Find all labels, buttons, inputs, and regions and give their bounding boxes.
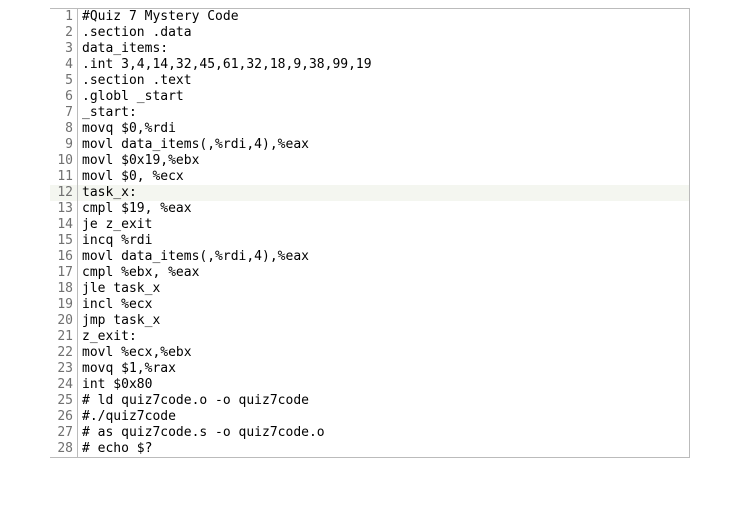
code-text[interactable]: # as quiz7code.s -o quiz7code.o bbox=[78, 425, 325, 441]
line-number: 20 bbox=[50, 313, 78, 329]
line-number: 13 bbox=[50, 201, 78, 217]
code-line[interactable]: 12task_x: bbox=[50, 185, 689, 201]
code-line[interactable]: 11movl $0, %ecx bbox=[50, 169, 689, 185]
code-text[interactable]: movq $0,%rdi bbox=[78, 121, 176, 137]
code-line[interactable]: 2.section .data bbox=[50, 25, 689, 41]
line-number: 17 bbox=[50, 265, 78, 281]
code-text[interactable]: incq %rdi bbox=[78, 233, 152, 249]
code-line[interactable]: 21z_exit: bbox=[50, 329, 689, 345]
code-line[interactable]: 8movq $0,%rdi bbox=[50, 121, 689, 137]
line-number: 23 bbox=[50, 361, 78, 377]
line-number: 7 bbox=[50, 105, 78, 121]
code-line[interactable]: 27# as quiz7code.s -o quiz7code.o bbox=[50, 425, 689, 441]
line-number: 8 bbox=[50, 121, 78, 137]
code-text[interactable]: jmp task_x bbox=[78, 313, 160, 329]
code-line[interactable]: 24int $0x80 bbox=[50, 377, 689, 393]
code-line[interactable]: 16movl data_items(,%rdi,4),%eax bbox=[50, 249, 689, 265]
code-line[interactable]: 17cmpl %ebx, %eax bbox=[50, 265, 689, 281]
line-number: 10 bbox=[50, 153, 78, 169]
code-text[interactable]: _start: bbox=[78, 105, 137, 121]
code-line[interactable]: 4.int 3,4,14,32,45,61,32,18,9,38,99,19 bbox=[50, 57, 689, 73]
code-line[interactable]: 18jle task_x bbox=[50, 281, 689, 297]
code-line[interactable]: 20jmp task_x bbox=[50, 313, 689, 329]
line-number: 18 bbox=[50, 281, 78, 297]
code-text[interactable]: #./quiz7code bbox=[78, 409, 176, 425]
code-text[interactable]: .int 3,4,14,32,45,61,32,18,9,38,99,19 bbox=[78, 57, 372, 73]
line-number: 9 bbox=[50, 137, 78, 153]
line-number: 21 bbox=[50, 329, 78, 345]
code-text[interactable]: .section .data bbox=[78, 25, 192, 41]
code-line[interactable]: 1#Quiz 7 Mystery Code bbox=[50, 9, 689, 25]
code-line[interactable]: 7_start: bbox=[50, 105, 689, 121]
code-line[interactable]: 15incq %rdi bbox=[50, 233, 689, 249]
code-line[interactable]: 9movl data_items(,%rdi,4),%eax bbox=[50, 137, 689, 153]
code-text[interactable]: #Quiz 7 Mystery Code bbox=[78, 9, 239, 25]
line-number: 11 bbox=[50, 169, 78, 185]
code-line[interactable]: 14je z_exit bbox=[50, 217, 689, 233]
code-editor[interactable]: 1#Quiz 7 Mystery Code2.section .data3dat… bbox=[50, 8, 690, 458]
code-text[interactable]: movl data_items(,%rdi,4),%eax bbox=[78, 249, 309, 265]
code-text[interactable]: movl data_items(,%rdi,4),%eax bbox=[78, 137, 309, 153]
code-text[interactable]: cmpl %ebx, %eax bbox=[78, 265, 199, 281]
code-text[interactable]: je z_exit bbox=[78, 217, 152, 233]
code-line[interactable]: 23movq $1,%rax bbox=[50, 361, 689, 377]
code-text[interactable]: movq $1,%rax bbox=[78, 361, 176, 377]
line-number: 22 bbox=[50, 345, 78, 361]
line-number: 24 bbox=[50, 377, 78, 393]
code-line[interactable]: 3data_items: bbox=[50, 41, 689, 57]
code-text[interactable]: .section .text bbox=[78, 73, 192, 89]
line-number: 2 bbox=[50, 25, 78, 41]
code-line[interactable]: 25# ld quiz7code.o -o quiz7code bbox=[50, 393, 689, 409]
line-number: 26 bbox=[50, 409, 78, 425]
code-text[interactable]: movl $0x19,%ebx bbox=[78, 153, 199, 169]
code-text[interactable]: # ld quiz7code.o -o quiz7code bbox=[78, 393, 309, 409]
code-line[interactable]: 6.globl _start bbox=[50, 89, 689, 105]
line-number: 1 bbox=[50, 9, 78, 25]
line-number: 12 bbox=[50, 185, 78, 201]
code-line[interactable]: 22movl %ecx,%ebx bbox=[50, 345, 689, 361]
code-text[interactable]: movl $0, %ecx bbox=[78, 169, 184, 185]
line-number: 3 bbox=[50, 41, 78, 57]
code-text[interactable]: movl %ecx,%ebx bbox=[78, 345, 192, 361]
code-line[interactable]: 5.section .text bbox=[50, 73, 689, 89]
line-number: 16 bbox=[50, 249, 78, 265]
code-line[interactable]: 13cmpl $19, %eax bbox=[50, 201, 689, 217]
code-text[interactable]: z_exit: bbox=[78, 329, 137, 345]
line-number: 19 bbox=[50, 297, 78, 313]
code-text[interactable]: task_x: bbox=[78, 185, 137, 201]
line-number: 4 bbox=[50, 57, 78, 73]
line-number: 28 bbox=[50, 441, 78, 457]
code-text[interactable]: # echo $? bbox=[78, 441, 152, 457]
code-line[interactable]: 10movl $0x19,%ebx bbox=[50, 153, 689, 169]
code-text[interactable]: incl %ecx bbox=[78, 297, 152, 313]
line-number: 25 bbox=[50, 393, 78, 409]
line-number: 5 bbox=[50, 73, 78, 89]
code-text[interactable]: cmpl $19, %eax bbox=[78, 201, 192, 217]
line-number: 6 bbox=[50, 89, 78, 105]
code-text[interactable]: jle task_x bbox=[78, 281, 160, 297]
code-line[interactable]: 26#./quiz7code bbox=[50, 409, 689, 425]
line-number: 27 bbox=[50, 425, 78, 441]
code-text[interactable]: data_items: bbox=[78, 41, 168, 57]
code-text[interactable]: int $0x80 bbox=[78, 377, 152, 393]
line-number: 15 bbox=[50, 233, 78, 249]
line-number: 14 bbox=[50, 217, 78, 233]
code-line[interactable]: 19incl %ecx bbox=[50, 297, 689, 313]
code-line[interactable]: 28# echo $? bbox=[50, 441, 689, 457]
code-text[interactable]: .globl _start bbox=[78, 89, 184, 105]
